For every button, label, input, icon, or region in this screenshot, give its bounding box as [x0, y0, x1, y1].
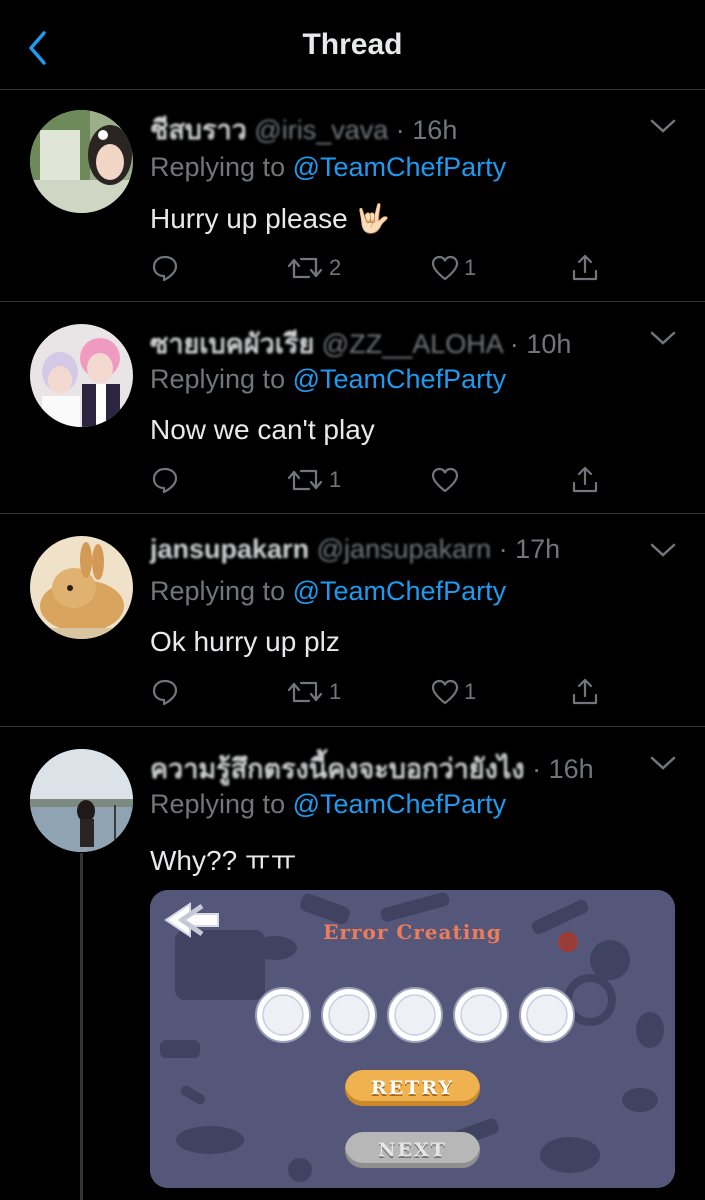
retweet-button[interactable]: 2	[285, 250, 341, 286]
next-button[interactable]: NEXT	[345, 1132, 480, 1168]
reply-icon	[152, 255, 178, 282]
empty-plate-slot	[453, 987, 509, 1043]
timestamp[interactable]: 16h	[412, 115, 457, 145]
like-button[interactable]: 1	[430, 674, 476, 710]
share-icon	[572, 678, 598, 705]
tweet-actions: 1 1	[150, 674, 600, 710]
avatar[interactable]	[30, 749, 133, 852]
display-name[interactable]: jansupakarn	[150, 534, 309, 564]
mention-link[interactable]: @TeamChefParty	[293, 789, 506, 819]
page-title: Thread	[302, 28, 403, 61]
tweet-text: Why?? ㅠㅠ	[150, 845, 297, 876]
separator-dot: ·	[395, 115, 405, 145]
replying-prefix: Replying to	[150, 152, 286, 182]
plate-slots	[255, 987, 575, 1043]
tweet-item[interactable]: ซายเบคผัวเรีย @ZZ__ALOHA · 10h Replying …	[0, 302, 705, 514]
empty-plate-slot	[387, 987, 443, 1043]
retry-button[interactable]: RETRY	[345, 1070, 480, 1106]
tweet-item[interactable]: ชีสบราว @iris_vava · 16h Replying to @Te…	[0, 90, 705, 302]
share-icon	[572, 254, 598, 281]
empty-plate-slot	[519, 987, 575, 1043]
replying-to: Replying to @TeamChefParty	[150, 789, 506, 820]
tweet-header: ความรู้สึกตรงนี้คงจะบอกว่ายังไง · 16h	[150, 747, 594, 790]
reply-button[interactable]	[150, 462, 184, 498]
mention-link[interactable]: @TeamChefParty	[293, 364, 506, 394]
avatar[interactable]	[30, 324, 133, 427]
separator-dot: ·	[509, 329, 519, 359]
retweet-count: 1	[329, 679, 342, 704]
replying-to: Replying to @TeamChefParty	[150, 576, 506, 607]
top-nav-bar: Thread	[0, 0, 705, 90]
retweet-count: 2	[329, 255, 342, 280]
share-button[interactable]	[570, 462, 600, 498]
plate-slots-graphic	[255, 987, 575, 1043]
tweet-text: Ok hurry up plz	[150, 626, 340, 657]
replying-to: Replying to @TeamChefParty	[150, 364, 506, 395]
reply-icon	[152, 679, 178, 706]
tweet-header: ชีสบราว @iris_vava · 16h	[150, 108, 457, 151]
share-icon	[572, 466, 598, 493]
display-name[interactable]: ชีสบราว	[150, 115, 247, 145]
reply-icon	[152, 467, 178, 494]
retweet-icon	[287, 257, 323, 279]
error-title: Error Creating	[323, 920, 502, 944]
reply-button[interactable]	[150, 674, 184, 710]
reply-button[interactable]	[150, 250, 184, 286]
replying-prefix: Replying to	[150, 789, 286, 819]
like-count: 1	[464, 679, 477, 704]
display-name[interactable]: ซายเบคผัวเรีย	[150, 329, 314, 359]
tweet-media-image[interactable]: Error Creating RETRY NEXT	[150, 890, 675, 1188]
display-name[interactable]: ความรู้สึกตรงนี้คงจะบอกว่ายังไง	[150, 754, 525, 784]
mention-link[interactable]: @TeamChefParty	[293, 152, 506, 182]
like-button[interactable]	[430, 462, 464, 498]
tweet-item[interactable]: jansupakarn @jansupakarn · 17h Replying …	[0, 514, 705, 727]
heart-icon	[431, 255, 459, 281]
replying-to: Replying to @TeamChefParty	[150, 152, 506, 183]
chevron-down-icon[interactable]	[649, 753, 677, 773]
avatar[interactable]	[30, 536, 133, 639]
replying-prefix: Replying to	[150, 364, 286, 394]
tweet-header: jansupakarn @jansupakarn · 17h	[150, 534, 560, 565]
user-handle[interactable]: @jansupakarn	[317, 534, 492, 564]
tweet-text: Now we can't play	[150, 414, 375, 445]
timestamp[interactable]: 17h	[515, 534, 560, 564]
retweet-count: 1	[329, 467, 342, 492]
tweet-actions: 1	[150, 462, 600, 498]
share-button[interactable]	[570, 674, 600, 710]
retweet-button[interactable]: 1	[285, 674, 341, 710]
like-button[interactable]: 1	[430, 250, 476, 286]
like-count: 1	[464, 255, 477, 280]
timestamp[interactable]: 16h	[549, 754, 594, 784]
replying-prefix: Replying to	[150, 576, 286, 606]
user-handle[interactable]: @iris_vava	[254, 115, 388, 145]
tweet-actions: 2 1	[150, 250, 600, 286]
tweet-header: ซายเบคผัวเรีย @ZZ__ALOHA · 10h	[150, 322, 571, 365]
heart-icon	[431, 679, 459, 705]
mention-link[interactable]: @TeamChefParty	[293, 576, 506, 606]
retweet-icon	[287, 681, 323, 703]
empty-plate-slot	[255, 987, 311, 1043]
user-handle[interactable]: @ZZ__ALOHA	[322, 329, 502, 359]
tweet-text: Hurry up please 🤟🏻	[150, 203, 391, 234]
timestamp[interactable]: 10h	[526, 329, 571, 359]
separator-dot: ·	[498, 534, 508, 564]
chevron-down-icon[interactable]	[649, 540, 677, 560]
retweet-button[interactable]: 1	[285, 462, 341, 498]
heart-icon	[431, 467, 459, 493]
chevron-down-icon[interactable]	[649, 328, 677, 348]
share-button[interactable]	[570, 250, 600, 286]
empty-plate-slot	[321, 987, 377, 1043]
avatar[interactable]	[30, 110, 133, 213]
separator-dot: ·	[532, 754, 542, 784]
chevron-down-icon[interactable]	[649, 116, 677, 136]
retweet-icon	[287, 469, 323, 491]
